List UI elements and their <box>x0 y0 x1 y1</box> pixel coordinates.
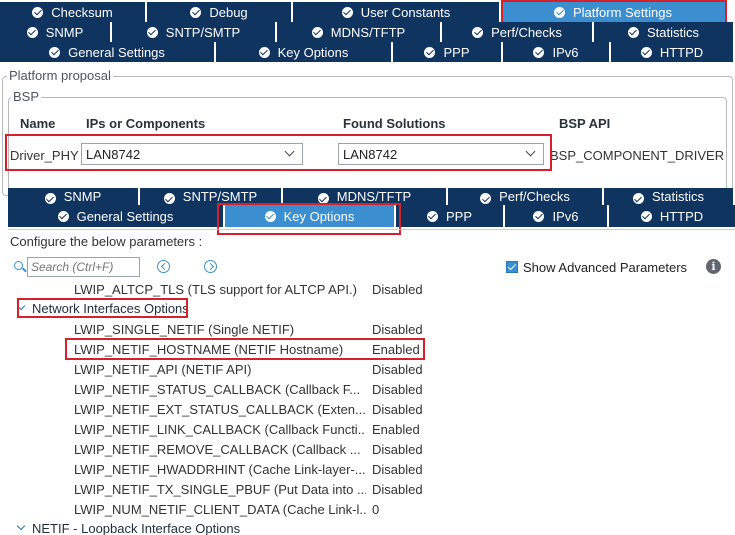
bsp-api-value: BSP_COMPONENT_DRIVER <box>550 148 725 163</box>
tab-perf-checks[interactable]: Perf/Checks <box>442 22 594 42</box>
param-row-num-netif-client-data[interactable]: LWIP_NUM_NETIF_CLIENT_DATA (Cache Link-l… <box>0 499 735 519</box>
param-row-remove-callback[interactable]: LWIP_NETIF_REMOVE_CALLBACK (Callback ...… <box>0 439 735 459</box>
tab-perf-checks-2[interactable]: Perf/Checks <box>448 188 604 205</box>
param-row-status-callback[interactable]: LWIP_NETIF_STATUS_CALLBACK (Callback F..… <box>0 379 735 399</box>
check-icon <box>163 193 175 204</box>
tab-user-constants[interactable]: User Constants <box>293 2 501 22</box>
header-found-solutions: Found Solutions <box>343 116 446 131</box>
tab-general-settings[interactable]: General Settings <box>0 42 216 62</box>
check-icon <box>264 210 276 222</box>
param-row-tx-single-pbuf[interactable]: LWIP_NETIF_TX_SINGLE_PBUF (Put Data into… <box>0 479 735 499</box>
search-input[interactable] <box>27 257 140 277</box>
group-network-interfaces[interactable]: Network Interfaces Options <box>32 301 189 316</box>
tab-platform-settings[interactable]: Platform Settings <box>501 2 727 22</box>
check-icon <box>627 26 639 38</box>
check-icon <box>317 193 329 204</box>
config-instruction: Configure the below parameters : <box>10 234 203 249</box>
tab-sntp-smtp-2[interactable]: SNTP/SMTP <box>140 188 283 205</box>
check-icon <box>49 46 61 58</box>
tab-key-options-2[interactable]: Key Options <box>225 205 396 227</box>
check-icon <box>341 6 353 18</box>
tab-debug[interactable]: Debug <box>147 2 293 22</box>
top-tab-row-2: SNMP SNTP/SMTP MDNS/TFTP Perf/Checks Sta… <box>0 22 735 42</box>
tab-httpd-2[interactable]: HTTPD <box>609 205 735 227</box>
param-row-link-callback[interactable]: LWIP_NETIF_LINK_CALLBACK (Callback Funct… <box>0 419 735 439</box>
check-icon <box>26 26 38 38</box>
param-row-netif-api[interactable]: LWIP_NETIF_API (NETIF API) Disabled <box>0 359 735 379</box>
bsp-legend: BSP <box>11 89 42 104</box>
tab-mdns-tftp-2[interactable]: MDNS/TFTP <box>283 188 448 205</box>
tab-httpd[interactable]: HTTPD <box>611 42 735 62</box>
group-loopback-interface[interactable]: NETIF - Loopback Interface Options <box>32 521 240 535</box>
tab-ppp[interactable]: PPP <box>393 42 503 62</box>
tab-key-options[interactable]: Key Options <box>216 42 393 62</box>
tab-checksum[interactable]: Checksum <box>0 2 147 22</box>
header-name: Name <box>20 116 56 131</box>
lower-tab-row-1: SNMP SNTP/SMTP MDNS/TFTP Perf/Checks Sta… <box>8 188 735 205</box>
check-icon <box>424 46 436 58</box>
check-icon <box>640 46 652 58</box>
tab-snmp-2[interactable]: SNMP <box>8 188 140 205</box>
tab-statistics[interactable]: Statistics <box>594 22 735 42</box>
check-icon <box>533 46 545 58</box>
param-row-single-netif[interactable]: LWIP_SINGLE_NETIF (Single NETIF) Disabled <box>0 319 735 339</box>
found-solution-select[interactable]: LAN8742 <box>338 143 544 165</box>
check-icon <box>426 210 438 222</box>
tab-sntp-smtp[interactable]: SNTP/SMTP <box>112 22 277 42</box>
check-icon <box>258 46 270 58</box>
info-icon[interactable]: i <box>706 259 721 274</box>
chevron-down-icon <box>525 146 536 157</box>
previous-result-icon[interactable] <box>157 260 170 273</box>
check-icon <box>57 210 69 222</box>
param-row-netif-hostname[interactable]: LWIP_NETIF_HOSTNAME (NETIF Hostname) Enab… <box>0 339 735 359</box>
divider <box>8 229 735 230</box>
param-row-ext-status-callback[interactable]: LWIP_NETIF_EXT_STATUS_CALLBACK (Exten...… <box>0 399 735 419</box>
check-icon <box>44 193 56 204</box>
top-tab-row-3: General Settings Key Options PPP IPv6 HT… <box>0 42 735 62</box>
show-advanced-checkbox[interactable] <box>506 261 518 273</box>
check-icon <box>554 6 565 18</box>
tab-snmp[interactable]: SNMP <box>0 22 112 42</box>
ip-component-select[interactable]: LAN8742 <box>81 143 303 165</box>
check-icon <box>190 6 202 18</box>
check-icon <box>632 193 644 204</box>
top-tab-row-1: Checksum Debug User Constants Platform S… <box>0 2 727 22</box>
check-icon <box>640 210 652 222</box>
param-row-altcp-tls[interactable]: LWIP_ALTCP_TLS (TLS support for ALTCP AP… <box>0 279 735 299</box>
tab-ipv6[interactable]: IPv6 <box>503 42 611 62</box>
header-bsp-api: BSP API <box>559 116 611 131</box>
check-icon <box>146 26 158 38</box>
tab-ppp-2[interactable]: PPP <box>396 205 505 227</box>
bsp-row-name: Driver_PHY <box>10 148 79 163</box>
header-ips-components: IPs or Components <box>86 116 206 131</box>
tab-general-settings-2[interactable]: General Settings <box>8 205 225 227</box>
tab-ipv6-2[interactable]: IPv6 <box>505 205 609 227</box>
platform-proposal-legend: Platform proposal <box>7 68 113 83</box>
check-icon <box>472 26 484 38</box>
chevron-down-icon <box>284 146 295 157</box>
check-icon <box>480 193 492 204</box>
check-icon <box>533 210 545 222</box>
next-result-icon[interactable] <box>204 260 217 273</box>
tab-mdns-tftp[interactable]: MDNS/TFTP <box>277 22 442 42</box>
param-row-hwaddrhint[interactable]: LWIP_NETIF_HWADDRHINT (Cache Link-layer-… <box>0 459 735 479</box>
check-icon <box>311 26 323 38</box>
tab-statistics-2[interactable]: Statistics <box>604 188 735 205</box>
show-advanced-label: Show Advanced Parameters <box>523 260 688 275</box>
lower-tab-row-2: General Settings Key Options PPP IPv6 HT… <box>8 205 735 227</box>
check-icon <box>32 6 44 18</box>
